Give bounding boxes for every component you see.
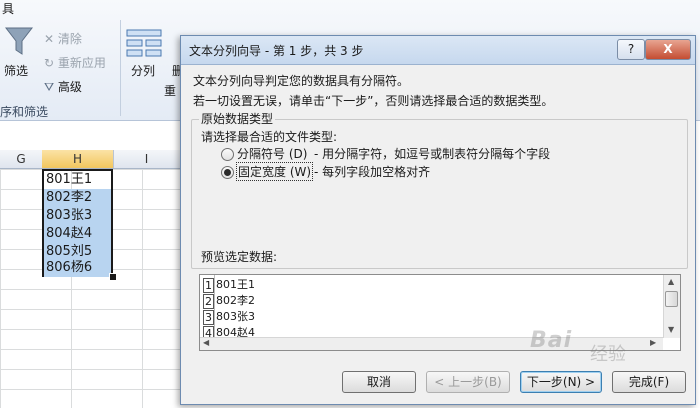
dialog-title: 文本分列向导 - 第 1 步，共 3 步 — [189, 44, 364, 58]
preview-row-number: 2 — [203, 294, 214, 309]
text-to-columns-icon[interactable] — [126, 28, 162, 58]
groupbox-title: 原始数据类型 — [199, 110, 276, 127]
cell-h4[interactable]: 804赵4 — [44, 225, 111, 243]
column-header-g[interactable]: G — [0, 150, 43, 168]
scroll-up-arrow-icon[interactable]: ▲ — [668, 277, 674, 286]
preview-row-text: 803张3 — [216, 310, 255, 323]
preview-row-text: 801王1 — [216, 278, 255, 291]
cell-h3[interactable]: 803张3 — [44, 207, 111, 225]
close-button[interactable]: X — [645, 39, 691, 60]
help-button[interactable]: ? — [617, 39, 645, 60]
fixed-width-label[interactable]: 固定宽度 (W) — [236, 162, 314, 181]
advanced-filter-button[interactable]: ⛛ 高级 — [44, 78, 82, 95]
reapply-label: 重新应用 — [57, 56, 106, 70]
fixed-width-radio[interactable] — [221, 166, 234, 179]
fill-handle[interactable] — [109, 273, 117, 281]
clear-filter-button[interactable]: ✕ 清除 — [44, 30, 82, 47]
clear-label: 清除 — [57, 32, 82, 46]
column-header-h[interactable]: H — [42, 150, 114, 168]
finish-button[interactable]: 完成(F) — [612, 371, 686, 393]
preview-label: 预览选定数据: — [201, 250, 278, 264]
reapply-button[interactable]: ↻ 重新应用 — [44, 54, 106, 71]
cell-h6[interactable]: 806杨6 — [44, 259, 111, 277]
baidu-watermark: Bai — [530, 328, 573, 353]
filter-funnel-icon[interactable] — [4, 24, 34, 58]
sort-filter-group-label: 序和筛选 — [0, 105, 49, 119]
delimited-radio[interactable] — [221, 148, 234, 161]
column-header-i[interactable]: I — [113, 150, 181, 168]
delimited-label[interactable]: 分隔符号 (D) — [237, 145, 307, 162]
split-columns-button[interactable]: 分列 — [131, 62, 155, 79]
scroll-down-arrow-icon[interactable]: ▼ — [668, 325, 674, 334]
next-button[interactable]: 下一步(N) > — [520, 371, 602, 393]
reapply-icon: ↻ — [44, 56, 55, 70]
dialog-titlebar[interactable]: 文本分列向导 - 第 1 步，共 3 步 ? X — [181, 36, 695, 65]
choose-type-prompt: 请选择最合适的文件类型: — [201, 130, 338, 144]
fixed-width-description: - 每列字段加空格对齐 — [314, 165, 431, 179]
selected-range[interactable]: 801王1 802李2 803张3 804赵4 805刘5 806杨6 — [42, 169, 113, 277]
preview-row-number: 1 — [203, 278, 214, 293]
scroll-left-arrow-icon[interactable]: ◀ — [203, 338, 209, 347]
baidu-watermark-sub: 经验 — [590, 344, 626, 365]
cell-h2[interactable]: 802李2 — [44, 189, 111, 207]
back-button[interactable]: < 上一步(B) — [426, 371, 510, 393]
intro-text-1: 文本分列向导判定您的数据具有分隔符。 — [193, 74, 410, 88]
preview-row-text: 802李2 — [216, 294, 255, 307]
cell-h1[interactable]: 801王1 — [44, 171, 111, 189]
ribbon-partial-label[interactable]: 重 — [164, 82, 176, 99]
preview-row-number: 3 — [203, 310, 214, 325]
ribbon-separator — [120, 20, 121, 116]
column-headers: G H I — [0, 150, 181, 169]
vertical-scroll-thumb[interactable] — [665, 291, 678, 307]
scroll-right-arrow-icon[interactable]: ▶ — [650, 338, 656, 347]
filter-button[interactable]: 筛选 — [4, 62, 28, 79]
advanced-label: 高级 — [57, 80, 82, 94]
preview-vertical-scrollbar[interactable]: ▲ ▼ — [663, 275, 680, 338]
intro-text-2: 若一切设置无误，请单击“下一步”，否则请选择最合适的数据类型。 — [193, 94, 554, 108]
ribbon-tab-label[interactable]: 具 — [2, 0, 14, 17]
cancel-button[interactable]: 取消 — [342, 371, 416, 393]
delimited-description: - 用分隔字符，如逗号或制表符分隔每个字段 — [314, 147, 551, 161]
advanced-icon: ⛛ — [44, 80, 55, 94]
clear-icon: ✕ — [44, 32, 55, 46]
